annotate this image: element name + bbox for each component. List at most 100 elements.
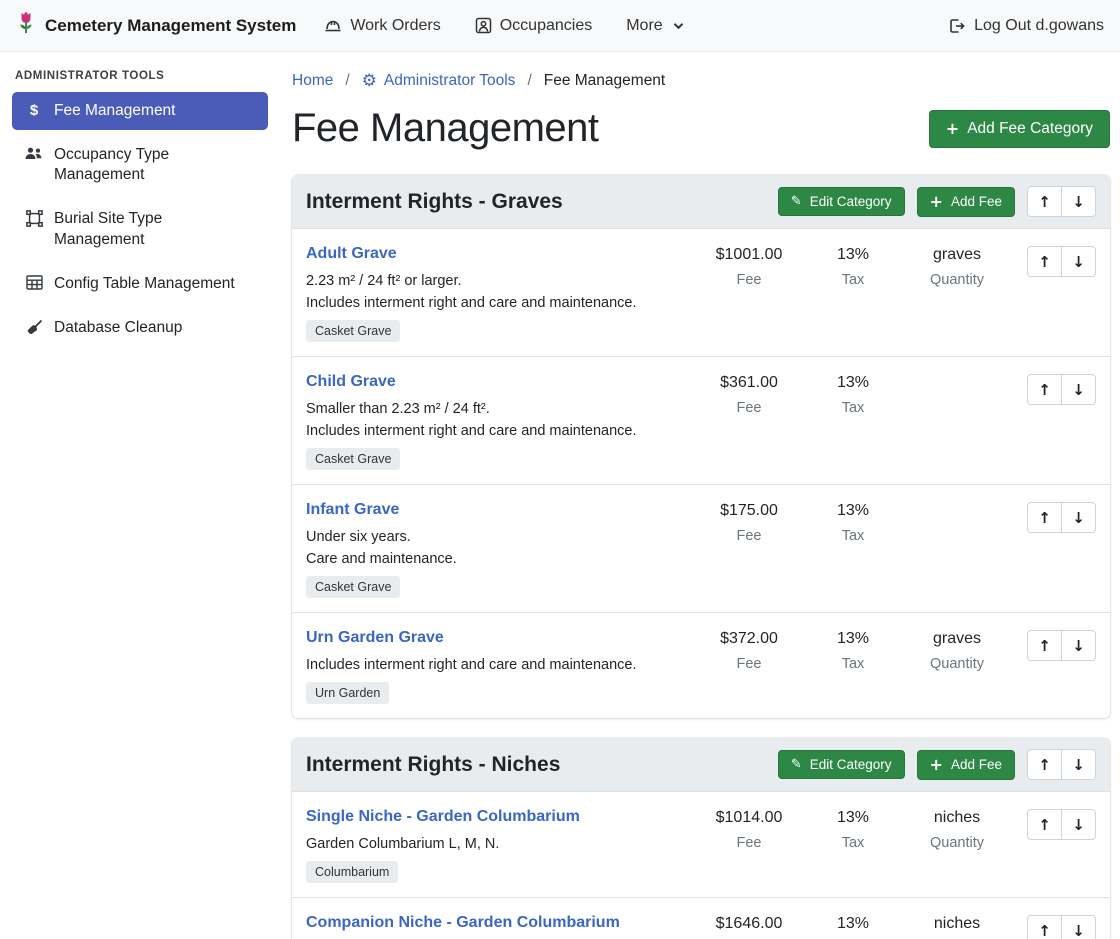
edit-category-button[interactable]: ✎ Edit Category (778, 750, 905, 779)
move-category-down-button[interactable]: ↓ (1061, 186, 1096, 217)
occupant-frame-icon (475, 17, 492, 34)
gear-icon: ⚙ (362, 73, 377, 90)
move-fee-down-button[interactable]: ↓ (1061, 915, 1096, 939)
fee-name-link[interactable]: Urn Garden Grave (306, 629, 444, 647)
move-fee-down-button[interactable]: ↓ (1061, 630, 1096, 661)
sidebar-item-config-table-management[interactable]: Config Table Management (12, 265, 268, 303)
fee-description: Includes interment right and care and ma… (306, 657, 689, 673)
fee-category-card: Interment Rights - Graves ✎ Edit Categor… (292, 175, 1110, 718)
fee-name-link[interactable]: Single Niche - Garden Columbarium (306, 808, 580, 826)
fee-row: Companion Niche - Garden Columbarium Gar… (292, 898, 1110, 939)
pencil-icon: ✎ (791, 195, 802, 208)
sidebar: ADMINISTRATOR TOOLS $ Fee Management Occ… (0, 52, 280, 353)
add-fee-button[interactable]: + Add Fee (917, 187, 1015, 217)
nav-more[interactable]: More (626, 17, 683, 35)
tax-column: 13% Tax (801, 629, 905, 672)
sidebar-item-burial-site-type-management[interactable]: Burial Site Type Management (12, 200, 268, 258)
move-fee-up-button[interactable]: ↑ (1027, 374, 1062, 405)
edit-category-label: Edit Category (810, 757, 892, 772)
add-fee-category-button[interactable]: + Add Fee Category (929, 110, 1110, 148)
arrow-up-icon: ↑ (1038, 637, 1051, 655)
move-fee-up-button[interactable]: ↑ (1027, 809, 1062, 840)
fee-details: Single Niche - Garden Columbarium Garden… (306, 808, 697, 883)
breadcrumb: Home / ⚙ Administrator Tools / Fee Manag… (292, 72, 1110, 90)
quantity-column (905, 501, 1009, 510)
arrow-up-icon: ↑ (1038, 509, 1051, 527)
move-category-down-button[interactable]: ↓ (1061, 749, 1096, 780)
fee-amount-label: Fee (737, 656, 762, 672)
quantity-value: graves (933, 246, 981, 264)
fee-amount-label: Fee (737, 272, 762, 288)
fee-category-card: Interment Rights - Niches ✎ Edit Categor… (292, 738, 1110, 939)
fee-name-link[interactable]: Adult Grave (306, 245, 397, 263)
move-fee-down-button[interactable]: ↓ (1061, 809, 1096, 840)
fee-name-link[interactable]: Companion Niche - Garden Columbarium (306, 914, 620, 932)
fee-row: Single Niche - Garden Columbarium Garden… (292, 792, 1110, 898)
add-fee-button[interactable]: + Add Fee (917, 750, 1015, 780)
fee-name-link[interactable]: Child Grave (306, 373, 396, 391)
category-actions: ✎ Edit Category + Add Fee ↑ ↓ (778, 749, 1096, 780)
move-category-up-button[interactable]: ↑ (1027, 186, 1062, 217)
tax-value: 13% (837, 374, 869, 392)
move-fee-up-button[interactable]: ↑ (1027, 246, 1062, 277)
arrow-down-icon: ↓ (1072, 193, 1085, 211)
move-fee-down-button[interactable]: ↓ (1061, 502, 1096, 533)
logout-label: Log Out d.gowans (974, 17, 1104, 35)
fee-descriptions: Includes interment right and care and ma… (306, 657, 689, 673)
pencil-icon: ✎ (791, 758, 802, 771)
fee-description: Includes interment right and care and ma… (306, 295, 689, 311)
move-category-up-button[interactable]: ↑ (1027, 749, 1062, 780)
quantity-label: Quantity (930, 272, 984, 288)
add-fee-label: Add Fee (951, 757, 1002, 772)
category-header: Interment Rights - Niches ✎ Edit Categor… (292, 738, 1110, 792)
tax-column: 13% Tax (801, 914, 905, 939)
breadcrumb-home-link[interactable]: Home (292, 72, 333, 90)
sidebar-item-label: Config Table Management (54, 274, 235, 294)
fee-details: Child Grave Smaller than 2.23 m² / 24 ft… (306, 373, 697, 470)
quantity-label: Quantity (930, 835, 984, 851)
fee-amount-label: Fee (737, 835, 762, 851)
fee-name-link[interactable]: Infant Grave (306, 501, 399, 519)
tax-column: 13% Tax (801, 245, 905, 288)
move-fee-up-button[interactable]: ↑ (1027, 915, 1062, 939)
fee-reorder-controls: ↑ ↓ (1027, 374, 1096, 405)
hard-hat-icon (324, 18, 342, 34)
tax-value: 13% (837, 915, 869, 933)
fee-reorder-controls: ↑ ↓ (1027, 809, 1096, 840)
nav-occupancies[interactable]: Occupancies (475, 17, 593, 35)
fee-reorder-controls: ↑ ↓ (1027, 246, 1096, 277)
move-fee-down-button[interactable]: ↓ (1061, 374, 1096, 405)
fee-description: Smaller than 2.23 m² / 24 ft². (306, 401, 689, 417)
category-actions: ✎ Edit Category + Add Fee ↑ ↓ (778, 186, 1096, 217)
sidebar-item-fee-management[interactable]: $ Fee Management (12, 92, 268, 130)
logout-link[interactable]: Log Out d.gowans (948, 17, 1104, 35)
fee-descriptions: 2.23 m² / 24 ft² or larger.Includes inte… (306, 273, 689, 311)
fee-details: Infant Grave Under six years.Care and ma… (306, 501, 697, 598)
breadcrumb-admin-tools-link[interactable]: ⚙ Administrator Tools (362, 72, 516, 90)
move-fee-up-button[interactable]: ↑ (1027, 630, 1062, 661)
tax-column: 13% Tax (801, 501, 905, 544)
fee-type-badge: Casket Grave (306, 448, 400, 470)
fee-amount-label: Fee (737, 400, 762, 416)
fee-amount-column: $361.00 Fee (697, 373, 801, 416)
dollar-icon: $ (24, 102, 44, 120)
tax-label: Tax (842, 528, 865, 544)
fee-amount: $1001.00 (716, 246, 783, 264)
arrow-down-icon: ↓ (1072, 756, 1085, 774)
fee-description: Care and maintenance. (306, 551, 689, 567)
sidebar-item-database-cleanup[interactable]: Database Cleanup (12, 309, 268, 347)
move-fee-up-button[interactable]: ↑ (1027, 502, 1062, 533)
logout-icon (948, 18, 966, 34)
edit-category-button[interactable]: ✎ Edit Category (778, 187, 905, 216)
nav-work-orders[interactable]: Work Orders (324, 17, 440, 35)
plus-icon: + (946, 121, 959, 137)
sidebar-item-occupancy-type-management[interactable]: Occupancy Type Management (12, 136, 268, 194)
main-nav: Work Orders Occupancies More (324, 17, 683, 35)
brand[interactable]: Cemetery Management System (16, 11, 296, 40)
sidebar-item-label: Burial Site Type Management (54, 209, 256, 249)
quantity-label: Quantity (930, 656, 984, 672)
fee-details: Adult Grave 2.23 m² / 24 ft² or larger.I… (306, 245, 697, 342)
page-header: Fee Management + Add Fee Category (292, 106, 1110, 151)
fee-row: Adult Grave 2.23 m² / 24 ft² or larger.I… (292, 229, 1110, 357)
move-fee-down-button[interactable]: ↓ (1061, 246, 1096, 277)
